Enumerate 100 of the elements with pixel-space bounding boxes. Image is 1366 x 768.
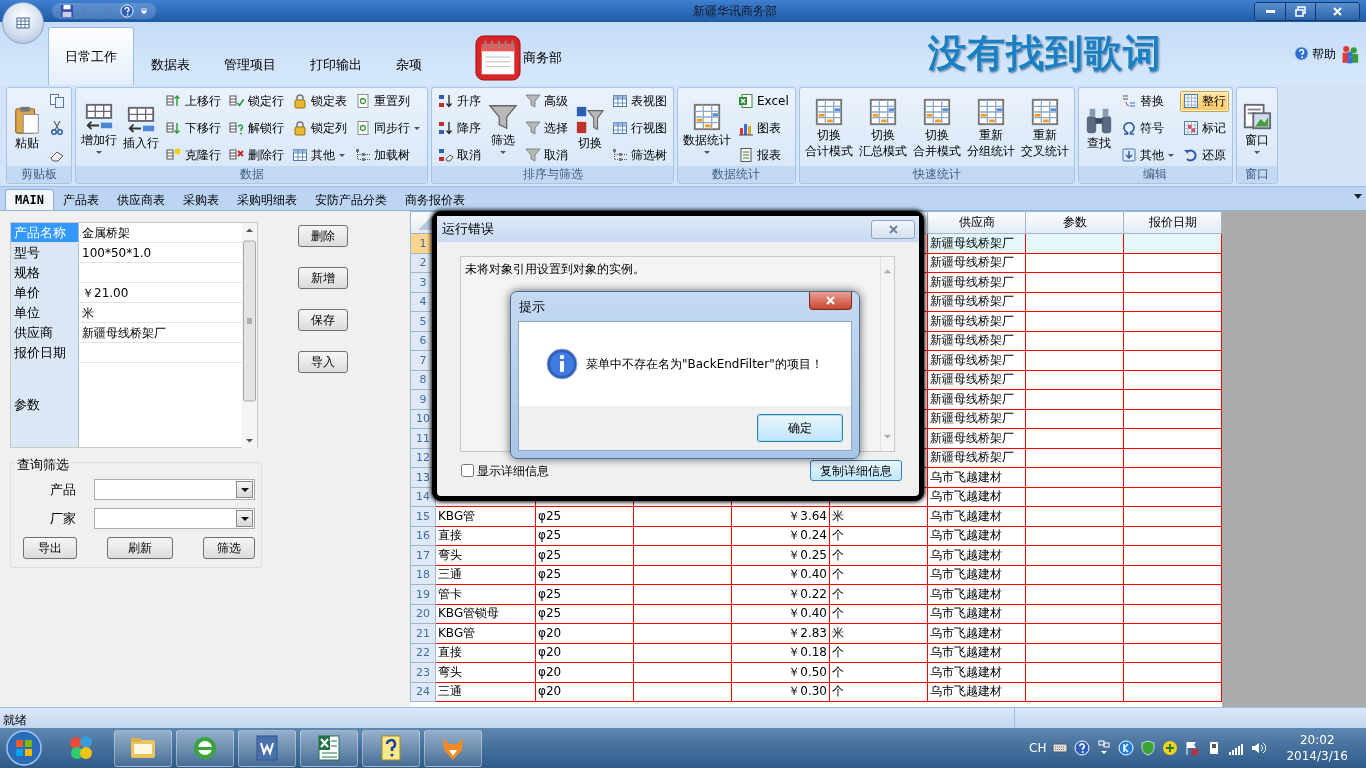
- dropdown-field[interactable]: [94, 508, 255, 529]
- ribbon-button[interactable]: 标记: [1179, 117, 1229, 139]
- ribbon-button[interactable]: 窗口: [1239, 98, 1274, 158]
- flag-icon[interactable]: [1184, 740, 1201, 756]
- ribbon-button[interactable]: 克隆行: [163, 144, 224, 166]
- ribbon-button[interactable]: 筛选树: [609, 144, 670, 166]
- ribbon-button[interactable]: 切换 合并模式: [910, 94, 963, 162]
- column-header[interactable]: 参数: [1025, 211, 1124, 234]
- ribbon-button[interactable]: 表视图: [609, 90, 670, 112]
- field-label[interactable]: 规格: [11, 263, 79, 282]
- ribbon-button[interactable]: 升序: [435, 90, 484, 112]
- ribbon-button[interactable]: 符号: [1117, 117, 1178, 139]
- application-menu-button[interactable]: [2, 2, 44, 44]
- ribbon-button[interactable]: 其他: [1117, 144, 1178, 166]
- ribbon-tab[interactable]: 杂项: [379, 43, 439, 85]
- ribbon-button[interactable]: 锁定行: [226, 90, 287, 112]
- speaker-icon[interactable]: [1250, 740, 1267, 756]
- language-indicator[interactable]: CH: [1029, 739, 1047, 757]
- sheet-tab[interactable]: 商务报价表: [395, 189, 474, 210]
- taskbar-button[interactable]: [424, 729, 482, 767]
- sheet-tab[interactable]: 采购明细表: [227, 189, 306, 210]
- show-details-checkbox[interactable]: [461, 464, 474, 477]
- shield-icon[interactable]: [1140, 740, 1157, 756]
- field-label[interactable]: 单位: [11, 303, 79, 322]
- ribbon-tab[interactable]: 打印输出: [293, 43, 379, 85]
- field-label[interactable]: 单价: [11, 283, 79, 302]
- ribbon-button[interactable]: 数据统计: [681, 98, 733, 158]
- ribbon-button[interactable]: 重新 交叉统计: [1018, 94, 1071, 162]
- ribbon-button[interactable]: 图表: [735, 117, 792, 139]
- ribbon-tab[interactable]: 管理项目: [207, 43, 293, 85]
- vertical-scrollbar[interactable]: [242, 223, 257, 449]
- ribbon-button[interactable]: 替换: [1117, 90, 1178, 112]
- vertical-scrollbar[interactable]: [880, 257, 894, 451]
- ribbon-button[interactable]: 切换 合计模式: [802, 94, 855, 162]
- ribbon-button[interactable]: 同步行: [352, 117, 424, 139]
- ribbon-button[interactable]: 取消: [435, 144, 484, 166]
- plus-icon[interactable]: [1162, 740, 1179, 756]
- ribbon-button[interactable]: 上移行: [163, 90, 224, 112]
- taskbar-button[interactable]: [362, 729, 420, 767]
- ribbon-button[interactable]: 重置列: [352, 90, 424, 112]
- ribbon-button[interactable]: 取消: [522, 144, 571, 166]
- column-header[interactable]: 供应商: [927, 211, 1026, 234]
- circle-icon[interactable]: [1118, 740, 1135, 756]
- ribbon-button[interactable]: 锁定表: [289, 90, 350, 112]
- ribbon-button[interactable]: 其他: [289, 144, 350, 166]
- ok-button[interactable]: 确定: [757, 414, 843, 442]
- ribbon-button[interactable]: 增加行: [79, 98, 119, 158]
- ribbon-button[interactable]: 锁定列: [289, 117, 350, 139]
- ribbon-button[interactable]: 还原: [1179, 144, 1229, 166]
- ribbon-button[interactable]: Excel: [735, 90, 792, 112]
- sheet-tab[interactable]: 安防产品分类: [305, 189, 396, 210]
- action-button[interactable]: 保存: [298, 309, 348, 331]
- ribbon-button[interactable]: 切换 汇总模式: [856, 94, 909, 162]
- taskbar-button[interactable]: [238, 729, 296, 767]
- clock-date[interactable]: 2014/3/16: [1286, 748, 1348, 764]
- ribbon-button[interactable]: 加载树: [352, 144, 424, 166]
- taskbar-button[interactable]: [300, 729, 358, 767]
- action-button[interactable]: 新增: [298, 267, 348, 289]
- taskbar-button[interactable]: [176, 729, 234, 767]
- ribbon-button[interactable]: 选择: [522, 117, 571, 139]
- ribbon-button[interactable]: 行视图: [609, 117, 670, 139]
- ribbon-button[interactable]: 解锁行: [226, 117, 287, 139]
- action-button[interactable]: 删除: [298, 225, 348, 247]
- field-label[interactable]: 供应商: [11, 323, 79, 342]
- help-button[interactable]: 帮助: [1294, 44, 1336, 63]
- clock-time[interactable]: 20:02: [1299, 732, 1335, 748]
- ribbon-tab[interactable]: 日常工作: [48, 27, 134, 85]
- sheet-tab[interactable]: 供应商表: [107, 189, 174, 210]
- help-icon[interactable]: [1074, 740, 1091, 756]
- filter-button[interactable]: 筛选: [203, 537, 255, 559]
- field-label[interactable]: 报价日期: [11, 343, 79, 362]
- windows-arrow-icon[interactable]: [1096, 740, 1113, 756]
- taskbar-button[interactable]: [114, 729, 172, 767]
- ribbon-button[interactable]: 插入行: [121, 102, 161, 154]
- ribbon-button[interactable]: 切换: [573, 102, 607, 154]
- sheet-tab[interactable]: 采购表: [173, 189, 228, 210]
- action-button[interactable]: 导入: [298, 351, 348, 373]
- filter-button[interactable]: 刷新: [107, 537, 173, 559]
- ribbon-button[interactable]: 降序: [435, 117, 484, 139]
- ribbon-tab[interactable]: 数据表: [134, 43, 207, 85]
- sheet-tab[interactable]: MAIN: [5, 189, 54, 210]
- ribbon-button[interactable]: 删除行: [226, 144, 287, 166]
- ribbon-button[interactable]: 高级: [522, 90, 571, 112]
- field-label[interactable]: 参数: [11, 363, 79, 447]
- ribbon-button[interactable]: 查找: [1081, 102, 1116, 154]
- filter-button[interactable]: 导出: [23, 537, 77, 559]
- ribbon-button[interactable]: 下移行: [163, 117, 224, 139]
- field-label[interactable]: 型号: [11, 243, 79, 262]
- ribbon-button[interactable]: 报表: [735, 144, 792, 166]
- dropdown-field[interactable]: [94, 479, 255, 500]
- keyboard-icon[interactable]: [1052, 740, 1069, 756]
- column-header[interactable]: 报价日期: [1123, 211, 1222, 234]
- ribbon-button[interactable]: 整行: [1179, 90, 1229, 112]
- ribbon-button[interactable]: 粘贴: [10, 102, 44, 154]
- ribbon-button[interactable]: 筛选: [486, 98, 520, 158]
- close-button[interactable]: [809, 292, 852, 310]
- sheet-tab[interactable]: 产品表: [53, 189, 108, 210]
- copy-details-button[interactable]: 复制详细信息: [810, 460, 902, 481]
- ribbon-button[interactable]: 重新 分组统计: [964, 94, 1017, 162]
- close-button[interactable]: [1315, 2, 1359, 20]
